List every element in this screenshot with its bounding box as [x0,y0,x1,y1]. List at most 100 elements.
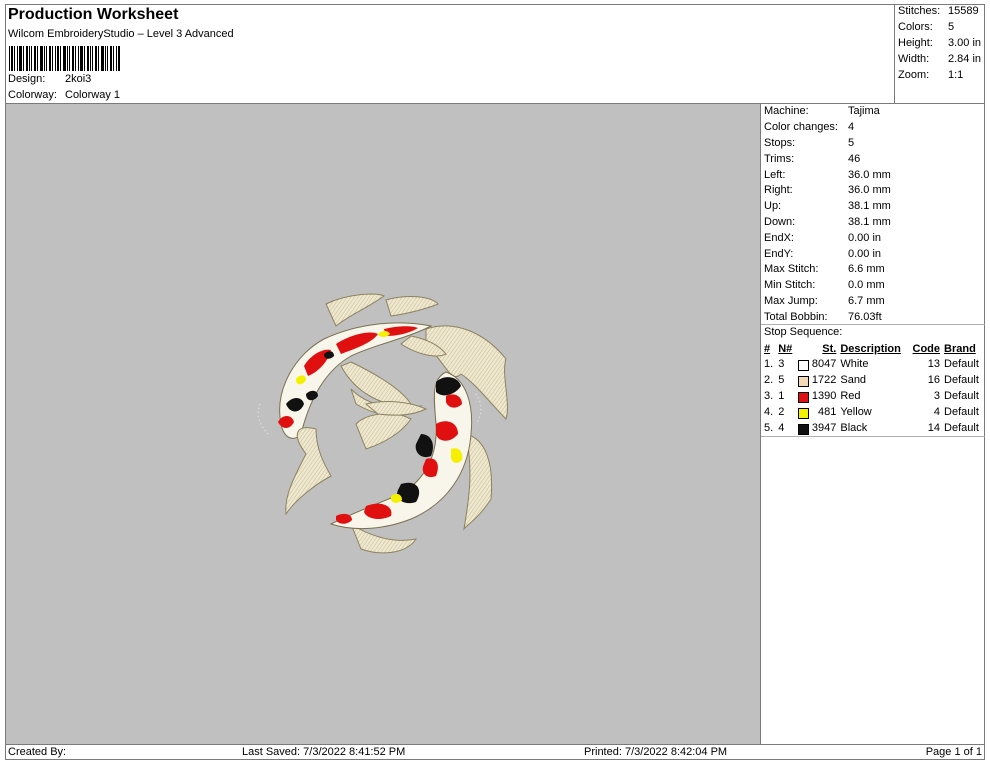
info-row: Trims: 46 [764,153,860,169]
table-row: 1. 3 8047 White 13 Default [762,356,984,372]
info-value: 5 [848,137,855,149]
summary-label: Zoom: [898,69,930,81]
table-row: 5. 4 3947 Black 14 Default [762,420,984,436]
col-num: # [764,342,771,355]
worksheet-header: Production Worksheet Wilcom EmbroiderySt… [5,4,895,104]
row-code: 16 [927,374,941,386]
col-code: Code [912,342,941,355]
summary-zoom: Zoom: 1:1 [898,69,963,81]
row-needle: 5 [778,374,785,386]
row-needle: 2 [778,406,785,418]
info-label: Right: [764,184,793,196]
info-value: 76.03ft [848,311,882,323]
info-row: Max Jump: 6.7 mm [764,295,885,311]
row-stitches: 1722 [796,372,839,388]
software-name: Wilcom EmbroideryStudio – Level 3 Advanc… [8,28,234,40]
info-value: 46 [848,153,861,165]
summary-label: Colors: [898,21,933,33]
row-needle: 4 [778,422,785,434]
stitch-count: 1390 [811,389,837,402]
row-num: 3. [764,390,774,402]
row-brand: Default [944,406,979,418]
footer-divider [5,744,985,745]
info-value: 38.1 mm [848,200,891,212]
row-needle: 1 [778,390,785,402]
info-value: 38.1 mm [848,216,891,228]
row-code: 13 [927,358,941,370]
row-num: 4. [764,406,774,418]
info-label: Max Jump: [764,295,818,307]
barcode-icon [9,46,120,71]
stitch-count: 8047 [811,357,837,370]
info-row: Machine: Tajima [764,105,880,121]
row-stitches: 8047 [796,356,839,372]
summary-label: Stitches: [898,5,941,17]
summary-colors: Colors: 5 [898,21,954,33]
info-value: 6.7 mm [848,295,885,307]
row-description: Sand [840,374,867,386]
summary-value: 15589 [948,5,979,17]
row-description: Black [840,422,868,434]
row-brand: Default [944,358,979,370]
stitch-count: 1722 [811,373,837,386]
table-divider [761,436,985,437]
summary-value: 3.00 in [948,37,982,49]
colorway-value: Colorway 1 [65,89,121,101]
table-row: 2. 5 1722 Sand 16 Default [762,372,984,388]
color-swatch-icon [797,407,809,419]
stitch-count: 481 [818,405,837,418]
color-swatch-icon [797,391,809,403]
info-label: Total Bobbin: [764,311,828,323]
info-label: Stops: [764,137,796,149]
color-swatch-icon [797,375,809,387]
info-value: 36.0 mm [848,184,891,196]
printed-date: Printed: 7/3/2022 8:42:04 PM [584,746,728,758]
row-brand: Default [944,374,979,386]
row-stitches: 3947 [796,420,839,436]
row-num: 5. [764,422,774,434]
created-by: Created By: [8,746,67,758]
stop-sequence-title: Stop Sequence: [764,326,843,338]
info-row: Right: 36.0 mm [764,184,891,200]
row-code: 4 [933,406,941,418]
row-description: Red [840,390,861,402]
design-value: 2koi3 [65,73,92,85]
panel-divider [760,104,761,744]
col-brand: Brand [944,342,976,355]
info-row: Down: 38.1 mm [764,216,891,232]
col-stitches: St. [822,342,837,355]
summary-value: 2.84 in [948,53,982,65]
row-stitches: 481 [796,404,839,420]
info-label: Color changes: [764,121,838,133]
info-label: Max Stitch: [764,263,819,275]
info-row: Left: 36.0 mm [764,169,891,185]
color-swatch-icon [797,359,809,371]
info-row: Up: 38.1 mm [764,200,891,216]
summary-width: Width: 2.84 in [898,53,981,65]
row-code: 3 [933,390,941,402]
design-summary: Stitches: 15589 Colors: 5 Height: 3.00 in W… [894,4,985,104]
stitch-count: 3947 [811,421,837,434]
koi-embroidery-illustration [257,293,508,554]
info-label: EndX: [764,232,794,244]
col-description: Description [840,342,901,355]
info-label: Up: [764,200,782,212]
summary-label: Width: [898,53,930,65]
info-row: Color changes: 4 [764,121,854,137]
table-header-row: # N# St. Description Code Brand [762,341,984,356]
row-description: White [840,358,869,370]
summary-height: Height: 3.00 in [898,37,981,49]
design-label: Design: [8,73,46,85]
colorway-label: Colorway: [8,89,57,101]
row-brand: Default [944,422,979,434]
info-row: Stops: 5 [764,137,854,153]
color-swatch-icon [797,423,809,435]
summary-stitches: Stitches: 15589 [898,5,979,17]
row-description: Yellow [840,406,872,418]
info-label: EndY: [764,248,794,260]
colorway-row: Colorway: Colorway 1 [8,89,120,101]
info-label: Min Stitch: [764,279,816,291]
row-stitches: 1390 [796,388,839,404]
info-row: Min Stitch: 0.0 mm [764,279,885,295]
summary-value: 5 [948,21,955,33]
